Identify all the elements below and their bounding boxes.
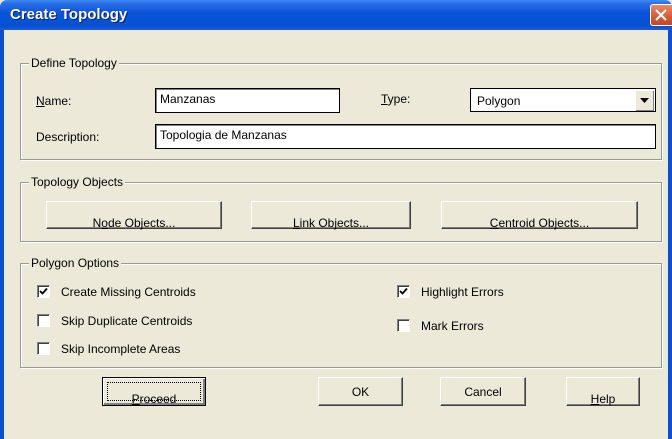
highlight-errors-checkbox[interactable]: [397, 285, 410, 298]
create-topology-dialog: Create Topology Define Topology Name: Ma…: [0, 0, 672, 439]
skip-incomplete-areas-label[interactable]: Skip Incomplete Areas: [61, 342, 180, 356]
link-objects-button[interactable]: Link Objects...: [251, 201, 411, 230]
polygon-options-legend: Polygon Options: [29, 256, 122, 270]
skip-duplicate-centroids-label[interactable]: Skip Duplicate Centroids: [61, 314, 192, 328]
checkmark-icon: [39, 287, 48, 295]
define-topology-legend: Define Topology: [29, 56, 119, 70]
ok-button[interactable]: OK: [318, 377, 403, 406]
create-missing-centroids-label[interactable]: Create Missing Centroids: [61, 285, 196, 299]
description-label: Description:: [36, 130, 100, 144]
topology-objects-legend: Topology Objects: [29, 175, 126, 189]
window-title: Create Topology: [10, 6, 128, 23]
mark-errors-label[interactable]: Mark Errors: [421, 319, 484, 333]
help-button[interactable]: Help: [566, 377, 640, 406]
title-bar[interactable]: Create Topology: [0, 0, 672, 30]
mark-errors-checkbox[interactable]: [397, 319, 410, 332]
cancel-button[interactable]: Cancel: [440, 377, 526, 406]
checkmark-icon: [399, 287, 408, 295]
highlight-errors-label[interactable]: Highlight Errors: [421, 285, 504, 299]
close-icon: [655, 9, 667, 21]
type-dropdown-button[interactable]: [635, 90, 654, 111]
type-select[interactable]: Polygon: [470, 88, 656, 112]
type-label: Type:: [381, 92, 411, 106]
name-label: Name:: [36, 94, 72, 108]
node-objects-button[interactable]: Node Objects...: [46, 201, 222, 230]
skip-incomplete-areas-checkbox[interactable]: [37, 342, 50, 355]
create-missing-centroids-checkbox[interactable]: [37, 285, 50, 298]
close-button[interactable]: [650, 4, 672, 26]
chevron-down-icon: [640, 98, 649, 103]
proceed-button[interactable]: Proceed: [102, 377, 206, 406]
description-input[interactable]: Topologia de Manzanas: [155, 124, 656, 149]
name-input[interactable]: Manzanas: [155, 88, 340, 113]
window-frame-right: [668, 30, 672, 439]
type-selected-value: Polygon: [477, 94, 521, 108]
centroid-objects-button[interactable]: Centroid Objects...: [441, 201, 638, 230]
window-frame-left: [0, 30, 4, 439]
skip-duplicate-centroids-checkbox[interactable]: [37, 314, 50, 327]
